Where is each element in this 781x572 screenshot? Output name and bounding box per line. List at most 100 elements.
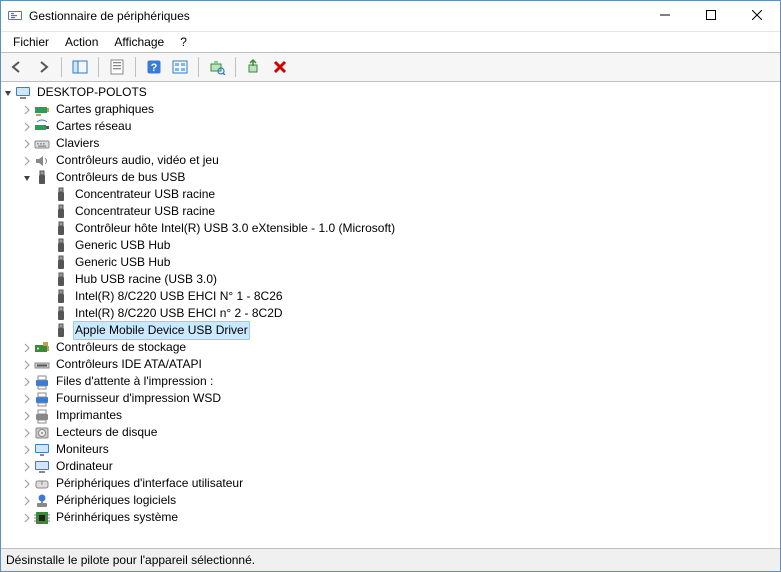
chevron-right-icon[interactable] (20, 122, 34, 132)
tree-category[interactable]: Imprimantes (1, 407, 780, 424)
chevron-right-icon[interactable] (20, 394, 34, 404)
usb-icon (53, 238, 69, 254)
tree-category[interactable]: Contrôleurs IDE ATA/ATAPI (1, 356, 780, 373)
row-label: DESKTOP-POLOTS (35, 84, 149, 101)
row-label: Cartes réseau (54, 118, 133, 135)
storage-controller-icon (34, 340, 50, 356)
chevron-right-icon[interactable] (20, 156, 34, 166)
chevron-right-icon[interactable] (20, 462, 34, 472)
show-hide-console-tree-icon (72, 59, 88, 75)
help-button[interactable]: ? (142, 55, 166, 79)
row-label: Périphériques logiciels (54, 492, 178, 509)
chevron-right-icon[interactable] (20, 377, 34, 387)
tree-category[interactable]: Moniteurs (1, 441, 780, 458)
scan-hardware-icon (209, 59, 225, 75)
row-label: Generic USB Hub (73, 254, 172, 271)
print-queue-icon (34, 391, 50, 407)
toolbar-separator (135, 57, 136, 77)
tree-device[interactable]: Concentrateur USB racine (1, 203, 780, 220)
close-button[interactable] (734, 1, 780, 29)
keyboard-icon (34, 136, 50, 152)
forward-button[interactable] (31, 55, 55, 79)
tree-category[interactable]: Cartes réseau (1, 118, 780, 135)
toolbar-separator (198, 57, 199, 77)
chevron-down-icon[interactable] (1, 88, 15, 98)
properties-button[interactable] (105, 55, 129, 79)
tree-category[interactable]: Contrôleurs de stockage (1, 339, 780, 356)
tree-device[interactable]: Generic USB Hub (1, 254, 780, 271)
row-label: Concentrateur USB racine (73, 186, 217, 203)
window-title: Gestionnaire de périphériques (29, 9, 642, 23)
usb-icon (34, 170, 50, 186)
forward-icon (35, 59, 51, 75)
toolbar-separator (61, 57, 62, 77)
tree-device[interactable]: Generic USB Hub (1, 237, 780, 254)
row-label: Imprimantes (54, 407, 124, 424)
chevron-right-icon[interactable] (20, 479, 34, 489)
device-tree[interactable]: DESKTOP-POLOTSCartes graphiquesCartes ré… (1, 82, 780, 548)
row-label: Apple Mobile Device USB Driver (73, 321, 250, 340)
toolbar: ? (1, 53, 780, 82)
tree-device[interactable]: Intel(R) 8/C220 USB EHCI n° 2 - 8C2D (1, 305, 780, 322)
hid-icon (34, 476, 50, 492)
maximize-button[interactable] (688, 1, 734, 29)
chevron-right-icon[interactable] (20, 105, 34, 115)
app-icon (7, 8, 23, 24)
tree-root[interactable]: DESKTOP-POLOTS (1, 84, 780, 101)
row-label: Contrôleurs de bus USB (54, 169, 187, 186)
tree-category[interactable]: Cartes graphiques (1, 101, 780, 118)
chevron-down-icon[interactable] (20, 173, 34, 183)
minimize-button[interactable] (642, 1, 688, 29)
tree-device[interactable]: Intel(R) 8/C220 USB EHCI N° 1 - 8C26 (1, 288, 780, 305)
usb-icon (53, 306, 69, 322)
show-hide-console-tree-button[interactable] (68, 55, 92, 79)
row-label: Périnhériques système (54, 509, 180, 526)
devices-by-type-button[interactable] (168, 55, 192, 79)
tree-device[interactable]: Apple Mobile Device USB Driver (1, 322, 780, 339)
usb-icon (53, 221, 69, 237)
menu-help[interactable]: ? (172, 34, 195, 50)
tree-device[interactable]: Contrôleur hôte Intel(R) USB 3.0 eXtensi… (1, 220, 780, 237)
back-button[interactable] (5, 55, 29, 79)
chevron-right-icon[interactable] (20, 411, 34, 421)
window-buttons (642, 1, 780, 31)
tree-category[interactable]: Claviers (1, 135, 780, 152)
uninstall-device-button[interactable] (268, 55, 292, 79)
tree-category[interactable]: Contrôleurs de bus USB (1, 169, 780, 186)
tree-category[interactable]: Files d'attente à l'impression : (1, 373, 780, 390)
menu-view[interactable]: Affichage (106, 34, 172, 50)
usb-icon (53, 272, 69, 288)
properties-icon (109, 59, 125, 75)
scan-hardware-button[interactable] (205, 55, 229, 79)
row-label: Concentrateur USB racine (73, 203, 217, 220)
tree-category[interactable]: Périnhériques système (1, 509, 780, 526)
tree-category[interactable]: Périphériques logiciels (1, 492, 780, 509)
tree-category[interactable]: Fournisseur d'impression WSD (1, 390, 780, 407)
tree-category[interactable]: Contrôleurs audio, vidéo et jeu (1, 152, 780, 169)
tree-category[interactable]: Lecteurs de disque (1, 424, 780, 441)
menu-action[interactable]: Action (57, 34, 106, 50)
chevron-right-icon[interactable] (20, 513, 34, 523)
chevron-right-icon[interactable] (20, 343, 34, 353)
tree-device[interactable]: Hub USB racine (USB 3.0) (1, 271, 780, 288)
row-label: Contrôleur hôte Intel(R) USB 3.0 eXtensi… (73, 220, 397, 237)
menu-file[interactable]: Fichier (5, 34, 57, 50)
tree-category[interactable]: Ordinateur (1, 458, 780, 475)
help-icon: ? (146, 59, 162, 75)
status-text: Désinstalle le pilote pour l'appareil sé… (6, 553, 255, 567)
chevron-right-icon[interactable] (20, 428, 34, 438)
menu-bar: Fichier Action Affichage ? (1, 32, 780, 53)
chevron-right-icon[interactable] (20, 445, 34, 455)
chevron-right-icon[interactable] (20, 139, 34, 149)
usb-icon (53, 289, 69, 305)
usb-icon (53, 255, 69, 271)
chevron-right-icon[interactable] (20, 496, 34, 506)
row-label: Fournisseur d'impression WSD (54, 390, 223, 407)
update-driver-button[interactable] (242, 55, 266, 79)
tree-device[interactable]: Concentrateur USB racine (1, 186, 780, 203)
row-label: Intel(R) 8/C220 USB EHCI n° 2 - 8C2D (73, 305, 285, 322)
tree-category[interactable]: Périphériques d'interface utilisateur (1, 475, 780, 492)
chevron-right-icon[interactable] (20, 360, 34, 370)
row-label: Moniteurs (54, 441, 111, 458)
system-device-icon (34, 510, 50, 526)
